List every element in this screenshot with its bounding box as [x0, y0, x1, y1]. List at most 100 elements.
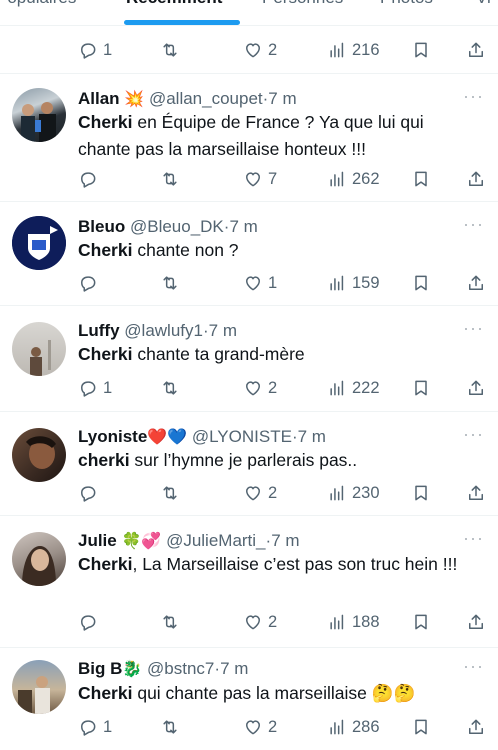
retweet-button[interactable]	[160, 37, 180, 63]
tab-recemment[interactable]: Récemment	[126, 0, 222, 8]
more-options-button[interactable]: ···	[463, 528, 484, 549]
tab-populaires[interactable]: Populaires	[0, 0, 76, 8]
more-options-button[interactable]: ···	[463, 424, 484, 445]
display-name[interactable]: Julie	[78, 531, 117, 550]
bookmark-icon	[415, 485, 427, 501]
tweet[interactable]: Allan 💥 @allan_coupet·7 m ··· Cherki en …	[0, 74, 498, 202]
share-button[interactable]	[466, 270, 486, 296]
avatar[interactable]	[12, 428, 66, 482]
like-button[interactable]: 2	[243, 37, 277, 63]
like-button[interactable]: 1	[243, 270, 277, 296]
timestamp[interactable]: 7 m	[298, 427, 326, 446]
avatar[interactable]	[12, 216, 66, 270]
views-icon	[330, 485, 344, 501]
name-emoji: 🍀💞	[121, 531, 162, 550]
views-button[interactable]: 222	[327, 375, 380, 401]
bookmark-button[interactable]	[411, 609, 431, 635]
views-button[interactable]: 216	[327, 37, 380, 63]
display-name[interactable]: Big B	[78, 659, 122, 678]
user-handle[interactable]: @JulieMarti_	[166, 531, 265, 550]
user-handle[interactable]: @lawlufy1	[124, 321, 203, 340]
timestamp[interactable]: 7 m	[209, 321, 237, 340]
bookmark-icon	[415, 614, 427, 630]
tweet-action-bar: 7 262	[0, 166, 498, 192]
display-name[interactable]: Luffy	[78, 321, 120, 340]
bookmark-button[interactable]	[411, 480, 431, 506]
more-options-button[interactable]: ···	[463, 318, 484, 339]
like-button[interactable]: 2	[243, 375, 277, 401]
avatar[interactable]	[12, 532, 66, 586]
reply-button[interactable]: 1	[78, 37, 112, 63]
avatar[interactable]	[12, 660, 66, 714]
retweet-button[interactable]	[160, 480, 180, 506]
reply-button[interactable]: 1	[78, 714, 112, 740]
reply-button[interactable]	[78, 480, 103, 506]
tab-personnes[interactable]: Personnes	[262, 0, 343, 8]
like-button[interactable]: 2	[243, 714, 277, 740]
user-handle[interactable]: @allan_coupet	[149, 89, 263, 108]
more-options-button[interactable]: ···	[463, 86, 484, 107]
more-options-button[interactable]: ···	[463, 214, 484, 235]
bookmark-button[interactable]	[411, 37, 431, 63]
share-button[interactable]	[466, 166, 486, 192]
tweet[interactable]: Bleuo @Bleuo_DK·7 m ··· Cherki chante no…	[0, 202, 498, 306]
views-button[interactable]: 262	[327, 166, 380, 192]
reply-button[interactable]	[78, 270, 103, 296]
share-button[interactable]	[466, 714, 486, 740]
tweet-text: Cherki en Équipe de France ? Ya que lui …	[78, 109, 478, 163]
reply-icon	[81, 381, 96, 397]
reply-button[interactable]: 1	[78, 375, 112, 401]
share-button[interactable]	[466, 480, 486, 506]
like-button[interactable]: 7	[243, 166, 277, 192]
retweet-button[interactable]	[160, 166, 180, 192]
more-options-button[interactable]: ···	[463, 656, 484, 677]
display-name[interactable]: Allan	[78, 89, 120, 108]
user-handle[interactable]: @Bleuo_DK	[130, 217, 224, 236]
bookmark-icon	[415, 380, 427, 396]
retweet-icon	[163, 43, 177, 57]
views-icon	[330, 719, 344, 735]
retweet-button[interactable]	[160, 609, 180, 635]
retweet-button[interactable]	[160, 714, 180, 740]
retweet-icon	[163, 720, 177, 734]
display-name[interactable]: Lyoniste	[78, 427, 147, 446]
like-button[interactable]: 2	[243, 480, 277, 506]
user-handle[interactable]: @bstnc7	[147, 659, 214, 678]
tab-videos[interactable]: Vi	[476, 0, 491, 8]
avatar-photo	[22, 546, 56, 586]
tweet[interactable]: Julie 🍀💞 @JulieMarti_·7 m ··· Cherki, La…	[0, 516, 498, 648]
like-button[interactable]: 2	[243, 609, 277, 635]
timestamp[interactable]: 7 m	[229, 217, 257, 236]
timestamp[interactable]: 7 m	[220, 659, 248, 678]
display-name[interactable]: Bleuo	[78, 217, 125, 236]
bookmark-button[interactable]	[411, 375, 431, 401]
share-button[interactable]	[466, 375, 486, 401]
heart-icon	[246, 615, 260, 630]
tab-photos[interactable]: Photos	[380, 0, 433, 8]
reply-button[interactable]	[78, 609, 103, 635]
share-button[interactable]	[466, 609, 486, 635]
bookmark-button[interactable]	[411, 270, 431, 296]
avatar[interactable]	[12, 88, 66, 142]
tweet[interactable]: Big B🐉 @bstnc7·7 m ··· Cherki qui chante…	[0, 648, 498, 750]
tweet-text: Cherki, La Marseillaise c’est pas son tr…	[78, 551, 478, 578]
avatar[interactable]	[12, 322, 66, 376]
retweet-button[interactable]	[160, 270, 180, 296]
share-button[interactable]	[466, 37, 486, 63]
bookmark-button[interactable]	[411, 714, 431, 740]
retweet-button[interactable]	[160, 375, 180, 401]
tweet-action-bar: 2 188	[0, 609, 498, 635]
reply-button[interactable]	[78, 166, 103, 192]
tweet[interactable]: Luffy @lawlufy1·7 m ··· Cherki chante ta…	[0, 306, 498, 412]
avatar-photo	[21, 102, 56, 142]
tweet[interactable]: Lyoniste❤️💙 @LYONISTE·7 m ··· cherki sur…	[0, 412, 498, 516]
timestamp[interactable]: 7 m	[268, 89, 296, 108]
timestamp[interactable]: 7 m	[271, 531, 299, 550]
user-handle[interactable]: @LYONISTE	[192, 427, 292, 446]
views-button[interactable]: 159	[327, 270, 380, 296]
bookmark-button[interactable]	[411, 166, 431, 192]
views-button[interactable]: 230	[327, 480, 380, 506]
views-button[interactable]: 188	[327, 609, 380, 635]
retweet-icon	[163, 381, 177, 395]
views-button[interactable]: 286	[327, 714, 380, 740]
